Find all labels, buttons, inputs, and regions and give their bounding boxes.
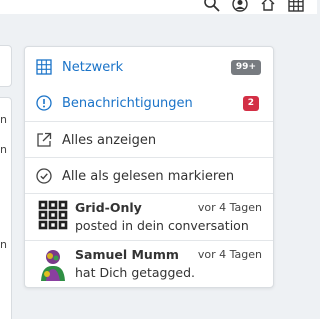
network-grid-icon <box>36 59 52 75</box>
samuel-mumm-avatar <box>38 247 68 281</box>
page: n n n Netzwerk 99+ Benachrichtigungen 2 … <box>0 0 317 319</box>
menu-item-alles-anzeigen[interactable]: Alles anzeigen <box>25 122 273 158</box>
notification-item[interactable]: Samuel Mumm vor 4 Tagen hat Dich getagge… <box>25 241 273 287</box>
user-icon[interactable] <box>232 0 248 12</box>
left-card: n n n <box>0 97 12 319</box>
alert-circle-icon <box>36 95 52 111</box>
notifications-dropdown: Netzwerk 99+ Benachrichtigungen 2 Alles … <box>24 46 274 288</box>
grid-icon[interactable] <box>288 0 304 12</box>
left-text-fragment: n <box>0 238 7 251</box>
notification-title: Grid-Only <box>75 200 142 215</box>
menu-item-mark-all-read[interactable]: Alle als gelesen markieren <box>25 158 273 194</box>
menu-item-label: Alle als gelesen markieren <box>62 169 235 184</box>
notification-text: posted in dein conversation <box>75 218 249 233</box>
count-badge: 2 <box>242 96 259 111</box>
menu-item-label: Alles anzeigen <box>62 133 157 148</box>
notification-text: hat Dich getagged. <box>75 265 195 280</box>
top-navbar <box>0 0 317 14</box>
left-text-fragment: n <box>0 143 7 156</box>
menu-item-netzwerk[interactable]: Netzwerk 99+ <box>25 49 273 85</box>
menu-item-label: Netzwerk <box>62 60 124 75</box>
notification-time: vor 4 Tagen <box>197 201 262 214</box>
menu-item-label: Benachrichtigungen <box>62 96 193 111</box>
notification-title: Samuel Mumm <box>75 247 179 262</box>
menu-item-benachrichtigungen[interactable]: Benachrichtigungen 2 <box>25 85 273 121</box>
external-link-icon <box>36 132 52 148</box>
home-icon[interactable] <box>260 0 276 12</box>
notification-item[interactable]: Grid-Only vor 4 Tagen posted in dein con… <box>25 194 273 240</box>
left-text-fragment: n <box>0 113 7 126</box>
left-card-top <box>0 45 12 87</box>
count-badge: 99+ <box>230 60 261 75</box>
check-circle-icon <box>36 168 52 184</box>
notification-time: vor 4 Tagen <box>197 248 262 261</box>
search-icon[interactable] <box>204 0 220 12</box>
grid-only-avatar <box>38 200 68 230</box>
